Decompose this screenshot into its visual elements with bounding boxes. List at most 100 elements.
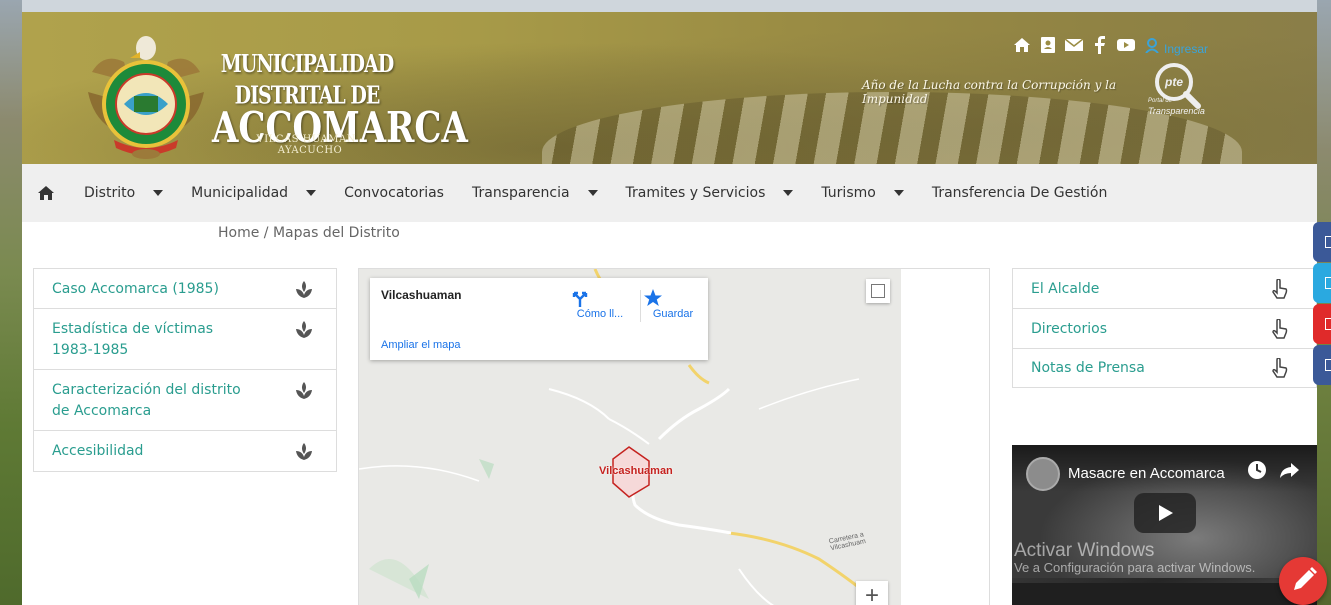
transparency-portal-label: Portal de Transparencia: [1148, 96, 1205, 116]
breadcrumb-separator: /: [259, 225, 273, 241]
main-navigation: Distrito Municipalidad Convocatorias Tra…: [22, 164, 1317, 222]
header-banner: MUNICIPALIDAD DISTRITAL DE ACCOMARCA VIL…: [22, 12, 1317, 164]
map-save-button[interactable]: Guardar: [643, 288, 703, 320]
nav-item-transparencia[interactable]: Transparencia: [458, 164, 612, 222]
pointer-hand-icon: [1272, 318, 1288, 339]
quick-link-label: El Alcalde: [1031, 280, 1100, 297]
breadcrumb-current: Mapas del Distrito: [272, 225, 400, 241]
transparency-portal-abbrev: pte: [1164, 75, 1183, 89]
side-menu-item-accesibilidad[interactable]: Accesibilidad: [34, 431, 336, 471]
fullscreen-icon: [871, 284, 885, 298]
social-share-tabs: [1313, 222, 1331, 386]
sprout-icon: [296, 321, 312, 338]
pencil-icon: [1294, 567, 1317, 590]
nav-item-tramites[interactable]: Tramites y Servicios: [612, 164, 808, 222]
youtube-video-embed[interactable]: Masacre en Accomarca: [1012, 445, 1317, 605]
nav-item-label: Turismo: [821, 185, 876, 201]
transparency-portal-label-line1: Portal de: [1148, 98, 1173, 104]
map-directions-label: Cómo ll...: [576, 308, 624, 320]
edit-floating-button[interactable]: [1279, 557, 1327, 605]
background-landscape-left: [0, 0, 22, 605]
quick-link-notas-prensa[interactable]: Notas de Prensa: [1013, 349, 1316, 387]
map-town-label: Vilcashuaman: [599, 465, 673, 477]
directions-icon: [572, 291, 588, 307]
municipality-location: VILCAS HUAMAN - AYACUCHO: [256, 134, 364, 156]
header-icon-bar: Ingresar: [1012, 34, 1208, 56]
google-plus-icon: [1325, 318, 1331, 330]
quick-link-label: Directorios: [1031, 320, 1107, 337]
caret-down-icon: [893, 190, 904, 196]
video-title[interactable]: Masacre en Accomarca: [1068, 465, 1225, 482]
sprout-icon: [296, 281, 312, 298]
page-container: MUNICIPALIDAD DISTRITAL DE ACCOMARCA VIL…: [22, 12, 1317, 605]
caret-down-icon: [153, 190, 164, 196]
twitter-share-tab[interactable]: [1313, 263, 1331, 303]
caret-down-icon: [306, 190, 317, 196]
linkedin-share-tab[interactable]: [1313, 345, 1331, 385]
watermark-line2: Ve a Configuración para activar Windows.: [1014, 560, 1256, 575]
nav-item-label: Distrito: [84, 185, 136, 201]
nav-item-label: Transferencia De Gestión: [931, 185, 1108, 201]
municipality-title-line1: MUNICIPALIDAD DISTRITAL DE: [220, 50, 394, 110]
district-side-menu: Caso Accomarca (1985) Estadística de víc…: [33, 268, 337, 472]
nav-item-label: Municipalidad: [191, 185, 289, 201]
map-place-name: Vilcashuaman: [381, 288, 462, 302]
side-menu-item-label: Caracterización del distrito de Accomarc…: [52, 382, 241, 419]
home-icon: [38, 186, 54, 200]
embedded-map[interactable]: Vilcashuaman Carretera a Vilcashuam Vilc…: [359, 269, 901, 605]
side-menu-item-label: Caso Accomarca (1985): [52, 281, 219, 297]
twitter-icon: [1325, 277, 1331, 289]
video-play-button[interactable]: [1134, 493, 1196, 533]
caret-down-icon: [587, 190, 598, 196]
windows-activation-watermark: Activar Windows Ve a Configuración para …: [1014, 540, 1255, 575]
map-fullscreen-toggle[interactable]: [866, 279, 890, 303]
municipal-crest-logo: [88, 36, 204, 159]
breadcrumb: Home / Mapas del Distrito: [218, 225, 400, 241]
pointer-hand-icon: [1272, 278, 1288, 299]
home-icon[interactable]: [1012, 35, 1032, 55]
nav-item-transferencia[interactable]: Transferencia De Gestión: [918, 164, 1122, 222]
watch-later-icon[interactable]: [1246, 459, 1268, 481]
nav-item-turismo[interactable]: Turismo: [807, 164, 917, 222]
quick-link-directorios[interactable]: Directorios: [1013, 309, 1316, 349]
channel-avatar[interactable]: [1026, 457, 1060, 491]
side-menu-item-caso-accomarca[interactable]: Caso Accomarca (1985): [34, 269, 336, 309]
quick-links-menu: El Alcalde Directorios Notas de Prensa: [1012, 268, 1317, 388]
map-card-divider: [640, 290, 641, 322]
district-map-panel: Vilcashuaman Carretera a Vilcashuam Vilc…: [358, 268, 990, 605]
nav-home-button[interactable]: [22, 164, 70, 222]
contact-book-icon[interactable]: [1038, 35, 1058, 55]
transparency-portal-label-line2: Transparencia: [1148, 106, 1205, 116]
quick-link-alcalde[interactable]: El Alcalde: [1013, 269, 1316, 309]
youtube-icon[interactable]: [1116, 35, 1136, 55]
caret-down-icon: [783, 190, 794, 196]
side-menu-item-label: Accesibilidad: [52, 443, 144, 459]
google-share-tab[interactable]: [1313, 304, 1331, 344]
nav-item-label: Convocatorias: [344, 185, 444, 201]
nav-item-municipalidad[interactable]: Municipalidad: [177, 164, 330, 222]
share-icon[interactable]: [1278, 459, 1300, 481]
video-second-thumbnail: [1012, 583, 1317, 605]
facebook-share-tab[interactable]: [1313, 222, 1331, 262]
facebook-icon: [1325, 236, 1331, 248]
map-enlarge-link[interactable]: Ampliar el mapa: [381, 339, 460, 351]
nav-item-distrito[interactable]: Distrito: [70, 164, 177, 222]
nav-item-convocatorias[interactable]: Convocatorias: [330, 164, 458, 222]
sprout-icon: [296, 382, 312, 399]
side-menu-item-estadistica[interactable]: Estadística de víctimas 1983-1985: [34, 309, 336, 370]
side-menu-item-label: Estadística de víctimas 1983-1985: [52, 321, 214, 358]
map-save-label: Guardar: [652, 308, 694, 320]
user-icon[interactable]: [1142, 35, 1162, 55]
linkedin-icon: [1325, 359, 1331, 371]
year-motto: Año de la Lucha contra la Corrupción y l…: [862, 78, 1117, 106]
browser-top-strip: [0, 0, 1331, 12]
map-directions-button[interactable]: Cómo ll...: [570, 288, 630, 320]
sprout-icon: [296, 443, 312, 460]
side-menu-item-caracterizacion[interactable]: Caracterización del distrito de Accomarc…: [34, 370, 336, 431]
breadcrumb-home-link[interactable]: Home: [218, 225, 259, 241]
facebook-icon[interactable]: [1090, 35, 1110, 55]
mail-icon[interactable]: [1064, 35, 1084, 55]
map-zoom-in-button[interactable]: +: [856, 581, 888, 605]
nav-item-label: Tramites y Servicios: [625, 185, 766, 201]
login-link[interactable]: Ingresar: [1164, 42, 1208, 56]
